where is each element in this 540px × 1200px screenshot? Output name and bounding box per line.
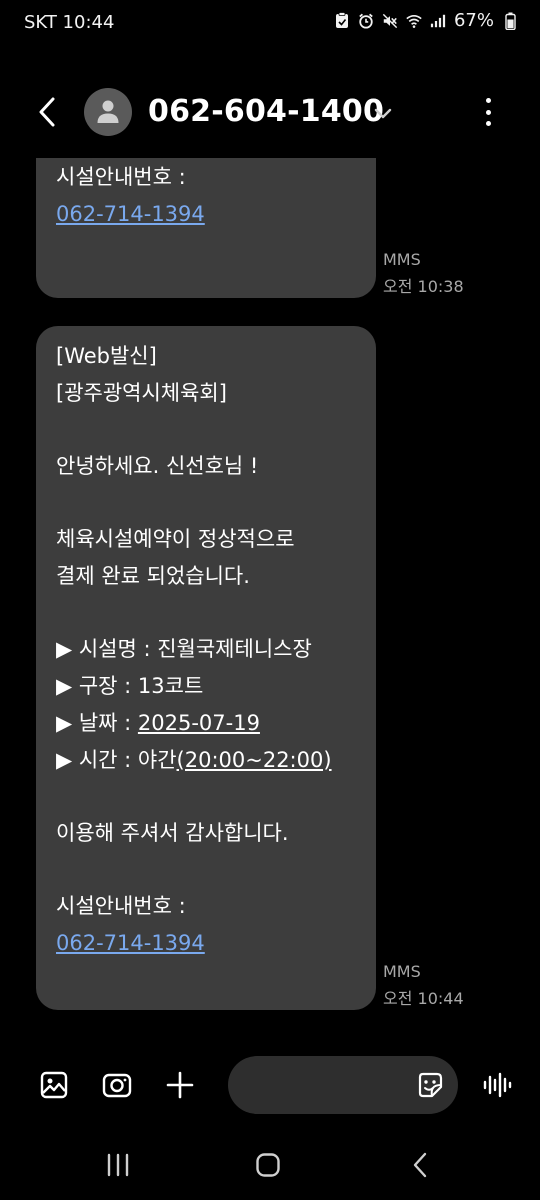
recent-apps-icon	[107, 1153, 129, 1177]
alarm-icon	[358, 12, 374, 30]
message-line: 시설안내번호 :	[56, 165, 186, 189]
gallery-button[interactable]	[39, 1070, 69, 1100]
date-row: ▶ 날짜 : 2025-07-19	[56, 711, 260, 735]
message-input[interactable]	[228, 1056, 458, 1114]
carrier-time: SKT 10:44	[24, 12, 115, 33]
message-type: MMS	[383, 962, 421, 981]
sticker-icon[interactable]	[416, 1071, 444, 1099]
plus-icon	[166, 1071, 194, 1099]
signal-icon	[430, 12, 446, 30]
mute-icon	[382, 12, 398, 30]
home-icon	[256, 1153, 280, 1177]
court-name: 13코트	[137, 674, 204, 698]
system-nav-bar	[0, 1140, 540, 1190]
camera-button[interactable]	[102, 1070, 132, 1100]
contact-title[interactable]: 062-604-1400	[148, 94, 384, 129]
home-button[interactable]	[253, 1150, 283, 1180]
message-meta: MMS 오전 10:38	[383, 246, 464, 300]
more-options-button[interactable]	[476, 94, 500, 130]
message-body-line: 체육시설예약이 정상적으로	[56, 527, 295, 551]
message-body-line: 결제 완료 되었습니다.	[56, 564, 250, 588]
wifi-icon	[406, 12, 422, 30]
phone-link[interactable]: 062-714-1394	[56, 931, 205, 955]
voice-button[interactable]	[482, 1070, 512, 1100]
recent-apps-button[interactable]	[103, 1150, 133, 1180]
more-vertical-icon	[485, 98, 491, 103]
contact-label: 시설안내번호 :	[56, 894, 186, 918]
battery-percent: 67%	[453, 10, 494, 31]
back-nav-icon	[413, 1152, 427, 1178]
compose-bar	[0, 1056, 540, 1116]
voice-wave-icon	[483, 1072, 512, 1098]
status-bar: SKT 10:44 67%	[0, 0, 540, 48]
back-arrow-icon	[39, 97, 55, 127]
battery-icon	[502, 12, 518, 30]
clipboard-icon	[334, 12, 350, 30]
back-nav-button[interactable]	[405, 1150, 435, 1180]
message-time: 오전 10:38	[383, 277, 464, 296]
message-bubble[interactable]: [Web발신] [광주광역시체육회] 안녕하세요. 신선호님 ! 체육시설예약이…	[36, 326, 376, 1010]
message-meta: MMS 오전 10:44	[383, 958, 464, 1012]
facility-name: 진월국제테니스장	[157, 637, 312, 661]
status-icons: 67%	[334, 10, 518, 31]
conversation-header: 062-604-1400	[0, 80, 540, 144]
court-row: ▶ 구장 : 13코트	[56, 674, 204, 698]
phone-link[interactable]: 062-714-1394	[56, 202, 205, 226]
message-tag: [Web발신]	[56, 344, 157, 368]
message-bubble[interactable]: 시설안내번호 : 062-714-1394	[36, 158, 376, 298]
chevron-down-icon[interactable]	[372, 102, 394, 124]
gallery-icon	[40, 1071, 68, 1099]
back-button[interactable]	[28, 92, 66, 132]
time-link[interactable]: (20:00~22:00)	[177, 748, 332, 772]
add-button[interactable]	[165, 1070, 195, 1100]
time-row: ▶ 시간 : 야간(20:00~22:00)	[56, 748, 332, 772]
camera-icon	[102, 1073, 132, 1098]
message-time: 오전 10:44	[383, 989, 464, 1008]
message-type: MMS	[383, 250, 421, 269]
facility-row: ▶ 시설명 : 진월국제테니스장	[56, 637, 312, 661]
person-icon	[97, 100, 119, 123]
messages-screen: SKT 10:44 67% 062-604-1400 시설안내번호: 062-…	[0, 0, 540, 1200]
message-org: [광주광역시체육회]	[56, 381, 227, 405]
message-thanks: 이용해 주셔서 감사합니다.	[56, 821, 289, 845]
avatar[interactable]	[84, 88, 132, 136]
date-link[interactable]: 2025-07-19	[138, 711, 260, 735]
message-greeting: 안녕하세요. 신선호님 !	[56, 454, 259, 478]
